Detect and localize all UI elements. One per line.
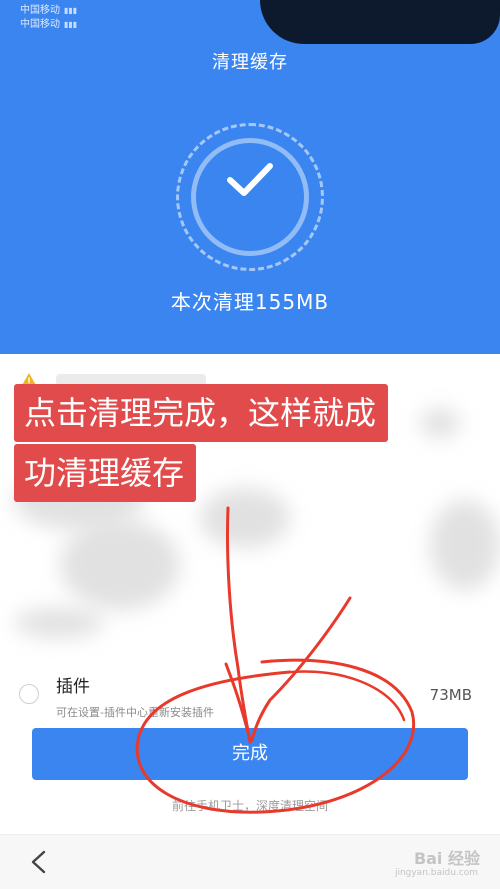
signal-icon: ▮▮▮ <box>64 20 78 29</box>
page-title: 清理缓存 <box>212 52 288 73</box>
tutorial-annotation: 点击清理完成，这样就成 功清理缓存 <box>14 384 476 512</box>
annotation-line-2: 功清理缓存 <box>14 444 197 502</box>
check-icon <box>227 163 273 196</box>
done-button[interactable]: 完成 <box>32 728 468 780</box>
redaction-mark <box>260 0 500 44</box>
carrier-label: 中国移动 <box>20 19 60 30</box>
back-icon[interactable] <box>28 849 50 875</box>
cleaned-amount: 本次清理155MB <box>170 290 330 314</box>
screen: 中国移动 ▮▮▮ 中国移动 ▮▮▮ 清理缓存 本次清理155MB 插件 可在设置-插… <box>0 0 500 889</box>
smudge <box>60 520 180 610</box>
list-item-plugin[interactable]: 插件 可在设置-插件中心重新安装插件 73MB <box>0 668 500 724</box>
watermark-logo: Bai 经验 <box>413 849 480 868</box>
watermark-url: jingyan.baidu.com <box>394 868 478 878</box>
annotation-line-1: 点击清理完成，这样就成 <box>14 384 389 442</box>
smudge <box>14 608 104 638</box>
plugin-name: 插件 <box>56 677 90 697</box>
carrier-label: 中国移动 <box>20 5 60 16</box>
result-header: 中国移动 ▮▮▮ 中国移动 ▮▮▮ 清理缓存 本次清理155MB <box>0 0 500 354</box>
plugin-size: 73MB <box>429 686 472 704</box>
deep-clean-link[interactable]: 前往手机卫士，深度清理空间 <box>0 797 500 814</box>
smudge <box>430 500 500 590</box>
plugin-description: 可在设置-插件中心重新安装插件 <box>56 706 214 719</box>
plugin-checkbox[interactable] <box>19 684 39 704</box>
status-bar: 中国移动 ▮▮▮ 中国移动 ▮▮▮ <box>20 4 77 32</box>
signal-icon: ▮▮▮ <box>64 6 78 15</box>
